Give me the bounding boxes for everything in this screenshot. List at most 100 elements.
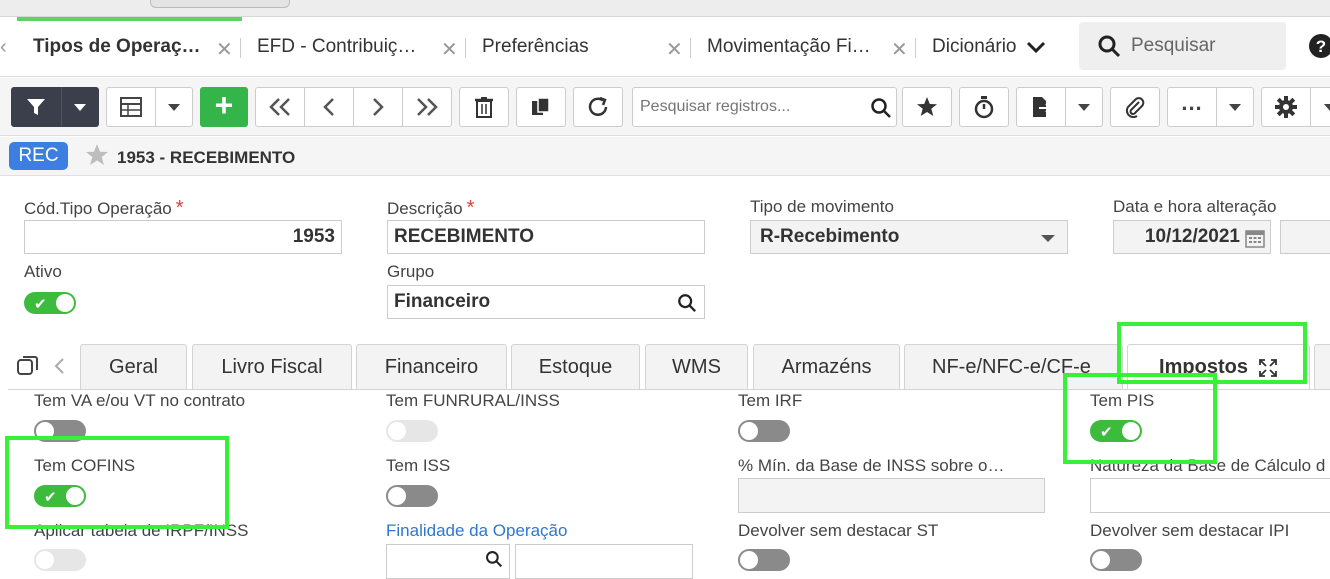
tab-estoque[interactable]: Estoque xyxy=(511,344,640,389)
add-record-button[interactable]: + xyxy=(200,87,248,127)
finalidade-operacao-link[interactable]: Finalidade da Operação xyxy=(386,521,567,541)
tem-iss-toggle[interactable] xyxy=(386,485,438,507)
filter-button[interactable] xyxy=(11,87,61,127)
tem-iss-label: Tem ISS xyxy=(386,456,451,475)
collapse-tabs-icon[interactable] xyxy=(16,354,40,383)
tem-funrural-toggle[interactable] xyxy=(386,420,438,442)
label-text: Descrição xyxy=(387,199,463,218)
min-base-inss-input[interactable] xyxy=(738,478,1045,513)
next-record-button[interactable] xyxy=(353,87,403,127)
close-icon[interactable]: ✕ xyxy=(216,37,233,62)
close-icon[interactable]: ✕ xyxy=(441,37,458,62)
toggle-knob xyxy=(1092,551,1110,569)
tab-label: Dicionário xyxy=(932,36,1016,57)
record-toolbar: + ... xyxy=(0,78,1330,136)
tab-divider xyxy=(240,38,241,58)
stopwatch-icon xyxy=(974,96,994,119)
settings-button[interactable] xyxy=(1261,87,1311,127)
more-icon: ... xyxy=(1181,90,1203,115)
caret-down-icon xyxy=(1324,103,1330,111)
highlight-box-tem-cofins xyxy=(5,436,229,529)
tab-wms[interactable]: WMS xyxy=(645,344,748,389)
record-title: 1953 - RECEBIMENTO xyxy=(117,148,296,167)
search-icon xyxy=(1097,34,1121,63)
natureza-base-calculo-input[interactable] xyxy=(1090,478,1330,513)
tem-va-vt-label: Tem VA e/ou VT no contrato xyxy=(34,391,246,410)
tab-next[interactable] xyxy=(1314,344,1330,389)
ativo-toggle[interactable]: ✔ xyxy=(24,292,76,314)
grupo-input[interactable]: Financeiro xyxy=(387,285,705,319)
attach-button[interactable] xyxy=(1110,87,1160,127)
cod-value: 1953 xyxy=(292,226,335,247)
chevron-right-icon xyxy=(373,98,384,116)
help-icon[interactable]: ? xyxy=(1308,33,1330,64)
table-icon xyxy=(120,97,142,117)
settings-dropdown-button[interactable] xyxy=(1310,87,1330,127)
last-record-button[interactable] xyxy=(402,87,452,127)
refresh-button[interactable] xyxy=(573,87,623,127)
record-search-input[interactable] xyxy=(640,98,860,116)
cod-tipo-operacao-input[interactable]: 1953 xyxy=(24,220,342,254)
more-options-button[interactable]: ... xyxy=(1167,87,1217,127)
tipo-movimento-select[interactable]: R-Recebimento xyxy=(750,220,1068,254)
toggle-knob xyxy=(36,551,54,569)
tab-label: WMS xyxy=(672,355,721,378)
tab-armazens[interactable]: Armazéns xyxy=(753,344,900,389)
chevron-down-icon[interactable] xyxy=(1025,37,1047,62)
paperclip-icon xyxy=(1125,97,1145,118)
tab-livro-fiscal[interactable]: Livro Fiscal xyxy=(192,344,352,389)
required-mark: * xyxy=(466,197,475,219)
toggle-knob xyxy=(56,294,74,312)
devolver-sem-st-toggle[interactable] xyxy=(738,549,790,571)
export-dropdown-button[interactable] xyxy=(1065,87,1103,127)
close-icon[interactable]: ✕ xyxy=(666,37,683,62)
finalidade-codigo-input[interactable] xyxy=(386,544,510,579)
calendar-icon[interactable] xyxy=(1245,228,1265,254)
tab-tipos-de-operacao[interactable]: Tipos de Operaç… xyxy=(33,17,201,77)
aplicar-irpf-inss-toggle[interactable] xyxy=(34,549,86,571)
first-record-button[interactable] xyxy=(255,87,305,127)
duplicate-button[interactable] xyxy=(516,87,566,127)
finalidade-descricao-input[interactable] xyxy=(515,544,693,579)
timer-button[interactable] xyxy=(959,87,1009,127)
tab-preferencias[interactable]: Preferências xyxy=(482,17,589,77)
export-icon xyxy=(1033,97,1052,117)
grid-view-dropdown-button[interactable] xyxy=(155,87,193,127)
search-icon[interactable] xyxy=(485,550,503,574)
descricao-input[interactable]: RECEBIMENTO xyxy=(387,220,705,254)
tab-divider xyxy=(465,38,466,58)
search-icon[interactable] xyxy=(870,97,892,124)
highlight-box-tem-pis xyxy=(1063,373,1217,464)
tab-movimentacao-financeira[interactable]: Movimentação Fi… xyxy=(707,17,871,77)
tab-efd-contribuicoes[interactable]: EFD - Contribuiç… xyxy=(257,17,416,77)
tem-irf-toggle[interactable] xyxy=(738,420,790,442)
export-button[interactable] xyxy=(1016,87,1066,127)
favorite-button[interactable] xyxy=(902,87,952,127)
favorite-star-icon[interactable] xyxy=(84,143,110,172)
svg-text:?: ? xyxy=(1316,37,1326,56)
grid-view-button[interactable] xyxy=(106,87,156,127)
chevron-left-icon[interactable] xyxy=(52,356,66,381)
close-icon[interactable]: ✕ xyxy=(891,37,908,62)
tab-geral[interactable]: Geral xyxy=(80,344,187,389)
tab-label: EFD - Contribuiç… xyxy=(257,36,417,57)
search-icon[interactable] xyxy=(677,293,697,319)
delete-button[interactable] xyxy=(459,87,509,127)
previous-record-button[interactable] xyxy=(304,87,354,127)
global-search-input[interactable]: Pesquisar xyxy=(1079,22,1286,70)
more-options-dropdown-button[interactable] xyxy=(1216,87,1254,127)
chevron-left-icon xyxy=(323,98,334,116)
hora-alteracao-input[interactable] xyxy=(1280,220,1330,254)
descricao-value: RECEBIMENTO xyxy=(394,226,535,247)
devolver-sem-ipi-toggle[interactable] xyxy=(1090,549,1142,571)
top-strip-tab xyxy=(150,0,290,8)
tab-scroll-left-icon[interactable]: ‹ xyxy=(0,36,7,59)
tem-funrural-label: Tem FUNRURAL/INSS xyxy=(386,391,560,410)
devolver-sem-ipi-label: Devolver sem destacar IPI xyxy=(1090,521,1290,540)
data-alteracao-input[interactable]: 10/12/2021 xyxy=(1113,220,1271,254)
caret-down-icon xyxy=(1041,235,1055,242)
filter-dropdown-button[interactable] xyxy=(61,87,99,127)
toggle-knob xyxy=(388,422,406,440)
tab-financeiro[interactable]: Financeiro xyxy=(356,344,507,389)
tab-dicionario[interactable]: Dicionário xyxy=(932,17,1016,77)
